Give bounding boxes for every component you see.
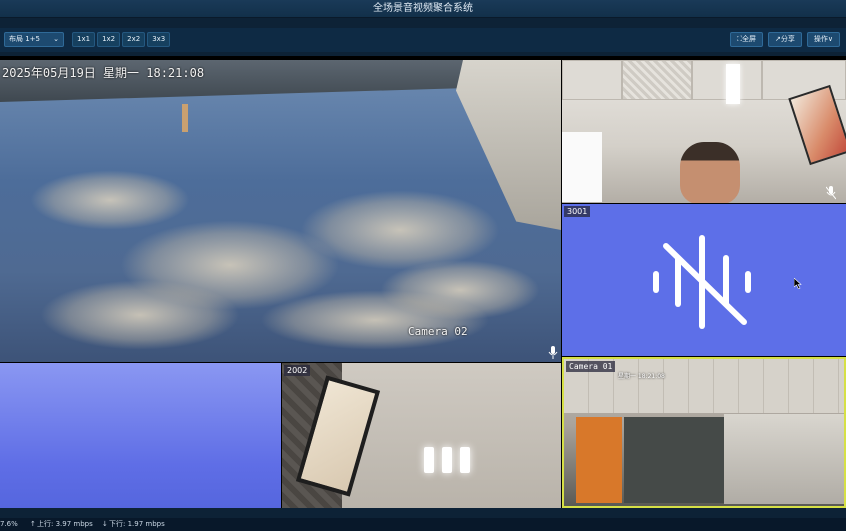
app-window: 全场景音视频聚合系统 布局 1+5 ⌄ 1x1 1x2 2x2 3x3 ⛶全屏 … <box>0 0 846 531</box>
microphone-muted-icon[interactable] <box>826 186 836 200</box>
grid-buttons: 1x1 1x2 2x2 3x3 <box>72 32 171 47</box>
toolbar: 布局 1+5 ⌄ 1x1 1x2 2x2 3x3 ⛶全屏 ↗分享 操作∨ <box>0 28 846 52</box>
cloud <box>380 260 540 320</box>
grid-2x2-button[interactable]: 2x2 <box>122 32 146 47</box>
audio-muted-icon <box>653 235 751 329</box>
ceiling-light <box>460 447 470 473</box>
hanging-fixture <box>182 104 188 132</box>
door <box>576 417 622 503</box>
video-wall: 2025年05月19日 星期一 18:21:08 Camera 02 3001 … <box>0 56 846 508</box>
tile-label: 2002 <box>284 365 311 376</box>
layout-select-value: 布局 1+5 <box>9 35 40 43</box>
window-title: 全场景音视频聚合系统 <box>0 0 846 18</box>
microphone-icon[interactable] <box>548 346 558 360</box>
upload-rate: 上行: 3.97 mbps <box>37 520 93 528</box>
grid-1x1-button[interactable]: 1x1 <box>72 32 96 47</box>
ceiling-panel <box>562 60 622 100</box>
download-arrow-icon: ↓ <box>102 520 108 528</box>
cloud <box>30 170 190 230</box>
cloud <box>300 190 500 270</box>
chevron-down-icon: ⌄ <box>53 35 59 43</box>
ceiling-light <box>726 64 740 104</box>
cursor-icon <box>794 278 802 289</box>
osd-camera-label: Camera 02 <box>408 325 468 338</box>
ceiling-vent <box>622 60 692 100</box>
status-bar: 7.6% ↑ 上行: 3.97 mbps ↓ 下行: 1.97 mbps <box>0 518 846 531</box>
video-tile-office-3-selected[interactable]: Camera 01 星期一 18:21:08 <box>562 357 846 508</box>
audio-tile[interactable]: 3001 <box>562 204 846 356</box>
osd-timestamp: 2025年05月19日 星期一 18:21:08 <box>2 66 205 80</box>
window-light <box>562 132 602 202</box>
cloud <box>40 280 240 350</box>
osd-camera-label: Camera 01 <box>566 361 616 372</box>
toolbar-actions: ⛶全屏 ↗分享 操作∨ <box>730 32 840 47</box>
grid-3x3-button[interactable]: 3x3 <box>147 32 171 47</box>
tile-label: 3001 <box>564 206 591 217</box>
fullscreen-button[interactable]: ⛶全屏 <box>730 32 763 47</box>
video-tile-main[interactable]: 2025年05月19日 星期一 18:21:08 Camera 02 <box>0 60 561 362</box>
shelf <box>724 414 844 504</box>
download-rate: 下行: 1.97 mbps <box>109 520 165 528</box>
ceiling-light <box>424 447 434 473</box>
video-tile-empty[interactable] <box>0 363 281 508</box>
osd-timestamp: 星期一 18:21:08 <box>618 373 665 380</box>
layout-select[interactable]: 布局 1+5 ⌄ <box>4 32 64 47</box>
upload-arrow-icon: ↑ <box>30 520 36 528</box>
operations-button[interactable]: 操作∨ <box>806 32 840 47</box>
ceiling-light <box>442 447 452 473</box>
cpu-usage: 7.6% <box>0 520 18 528</box>
video-tile-office-2[interactable]: 2002 <box>282 363 561 508</box>
video-tile-office-1[interactable] <box>562 60 846 203</box>
person <box>680 142 740 203</box>
grid-1x2-button[interactable]: 1x2 <box>97 32 121 47</box>
share-button[interactable]: ↗分享 <box>768 32 802 47</box>
